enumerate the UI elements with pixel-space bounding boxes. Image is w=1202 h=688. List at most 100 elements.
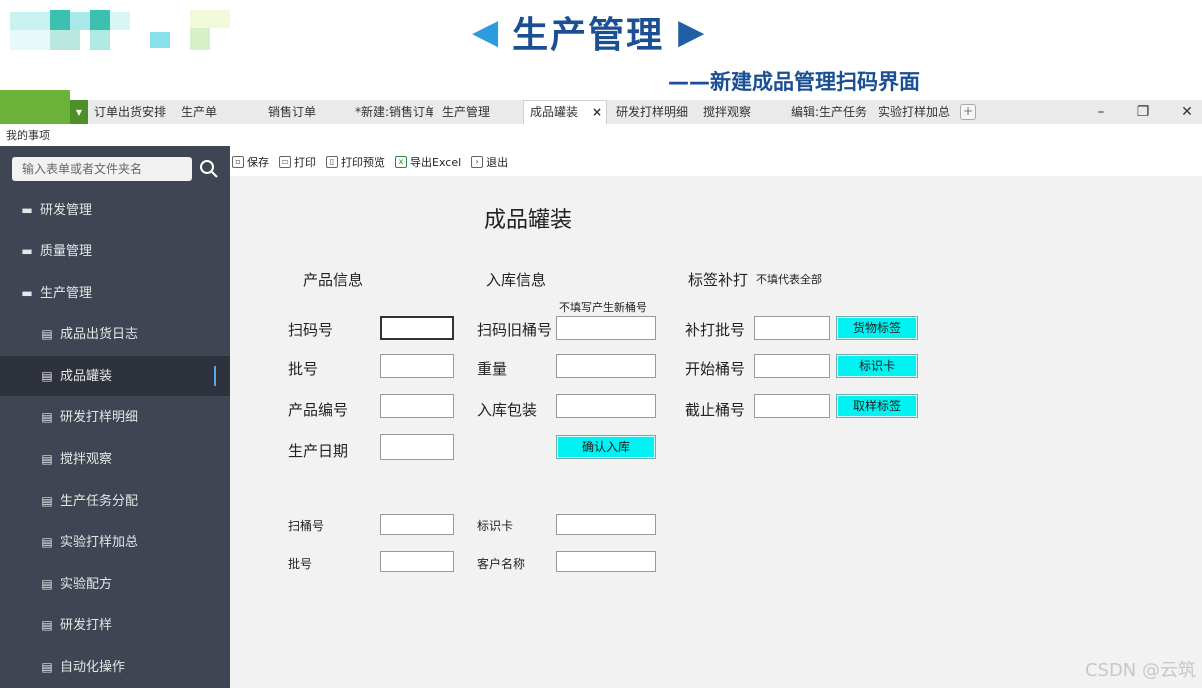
save-icon: ▫ <box>232 156 244 168</box>
reprint-batch-label: 补打批号 <box>685 321 746 339</box>
sidebar-item-label: 生产管理 <box>40 286 93 301</box>
print-label: 打印 <box>294 156 316 169</box>
company-logo <box>10 10 230 50</box>
weight-input[interactable] <box>556 354 656 378</box>
search-input[interactable]: 输入表单或者文件夹名 <box>12 157 192 181</box>
scan-bucket-input[interactable] <box>380 514 454 535</box>
restore-icon[interactable]: ❐ <box>1128 100 1158 124</box>
sidebar-item-rd-management[interactable]: ▬ 研发管理 <box>0 190 230 230</box>
exit-button[interactable]: › 退出 <box>471 152 508 172</box>
minimize-icon[interactable]: – <box>1086 100 1116 124</box>
section-label-reprint: 标签补打 <box>688 271 749 289</box>
reprint-batch-input[interactable] <box>754 316 830 340</box>
tab-label: 销售订单 <box>268 105 317 119</box>
id-card-input[interactable] <box>556 514 656 535</box>
scan-bucket-label: 扫桶号 <box>288 519 325 533</box>
tab-label: 生产管理 <box>442 105 491 119</box>
app-menu-dropdown-icon[interactable]: ▼ <box>70 100 88 124</box>
end-bucket-input[interactable] <box>754 394 830 418</box>
batch-no-2-label: 批号 <box>288 557 313 571</box>
my-items-label[interactable]: 我的事项 <box>6 127 50 143</box>
tab-mixing-observation[interactable]: 搅拌观察 <box>697 101 781 123</box>
batch-no-input[interactable] <box>380 354 454 378</box>
production-date-input[interactable] <box>380 434 454 460</box>
print-preview-button[interactable]: ▯ 打印预览 <box>326 152 385 172</box>
tab-finished-canning[interactable]: 成品罐装 × <box>523 100 607 124</box>
folder-icon: ▬ <box>21 203 33 217</box>
sidebar-item-shipping-log[interactable]: ▤ 成品出货日志 <box>0 314 230 354</box>
sidebar-item-label: 实验配方 <box>60 577 113 592</box>
tab-production-order[interactable]: 生产单 <box>175 101 259 123</box>
export-excel-label: 导出Excel <box>410 156 462 169</box>
tab-edit-production-task[interactable]: 编辑:生产任务 <box>785 101 869 123</box>
tab-label: 编辑:生产任务 <box>791 105 868 119</box>
batch-no-label: 批号 <box>288 360 319 378</box>
document-icon: ▤ <box>41 618 53 632</box>
sidebar-item-task-assignment[interactable]: ▤ 生产任务分配 <box>0 481 230 521</box>
sidebar-item-label: 搅拌观察 <box>60 452 113 467</box>
watermark: CSDN @云筑 <box>1084 660 1196 681</box>
label-reprint-hint: 不填代表全部 <box>756 273 822 286</box>
sidebar-item-label: 实验打样加总 <box>60 535 139 550</box>
id-card-button[interactable]: 标识卡 <box>836 354 918 378</box>
search-icon[interactable] <box>198 158 220 180</box>
banner-title: ◀ 生产管理 ▶ <box>472 8 704 56</box>
print-button[interactable]: ▭ 打印 <box>279 152 316 172</box>
tab-new-sales-order[interactable]: *新建:销售订单 <box>349 101 433 123</box>
customer-name-input[interactable] <box>556 551 656 572</box>
sidebar-item-label: 研发管理 <box>40 203 93 218</box>
tab-rd-sample-detail[interactable]: 研发打样明细 <box>610 101 694 123</box>
banner-title-text: 生产管理 <box>512 15 665 56</box>
confirm-storage-button[interactable]: 确认入库 <box>556 435 656 459</box>
sidebar-item-rd-sample-detail[interactable]: ▤ 研发打样明细 <box>0 397 230 437</box>
sidebar-item-label: 自动化操作 <box>60 660 126 675</box>
save-button[interactable]: ▫ 保存 <box>232 152 269 172</box>
sidebar-item-mixing-observation[interactable]: ▤ 搅拌观察 <box>0 439 230 479</box>
document-icon: ▤ <box>41 494 53 508</box>
sidebar-item-quality-management[interactable]: ▬ 质量管理 <box>0 231 230 271</box>
scan-old-bucket-label: 扫码旧桶号 <box>477 321 553 339</box>
form-title: 成品罐装 <box>484 208 573 233</box>
sidebar-item-finished-canning[interactable]: ▤ 成品罐装 <box>0 356 230 396</box>
scan-no-label: 扫码号 <box>288 321 334 339</box>
sidebar-item-label: 研发打样明细 <box>60 410 139 425</box>
folder-icon: ▬ <box>21 286 33 300</box>
batch-no-2-input[interactable] <box>380 551 454 572</box>
sidebar-item-experiment-sample-total[interactable]: ▤ 实验打样加总 <box>0 522 230 562</box>
scan-old-bucket-input[interactable] <box>556 316 656 340</box>
scan-no-input[interactable] <box>380 316 454 340</box>
print-preview-label: 打印预览 <box>341 156 385 169</box>
sidebar-item-experiment-formula[interactable]: ▤ 实验配方 <box>0 564 230 604</box>
printer-icon: ▭ <box>279 156 291 168</box>
tab-sales-order[interactable]: 销售订单 <box>262 101 346 123</box>
sidebar-item-production-management[interactable]: ▬ 生产管理 <box>0 273 230 313</box>
document-icon: ▤ <box>41 577 53 591</box>
toolbar: ▫ 保存 ▭ 打印 ▯ 打印预览 x 导出Excel › 退出 <box>232 152 508 172</box>
app-menu-button[interactable] <box>0 90 70 124</box>
package-input[interactable] <box>556 394 656 418</box>
product-code-label: 产品编号 <box>288 401 349 419</box>
sample-label-button[interactable]: 取样标签 <box>836 394 918 418</box>
tab-order-shipping[interactable]: 订单出货安排 <box>88 101 172 123</box>
id-card-label: 标识卡 <box>477 519 514 533</box>
print-preview-icon: ▯ <box>326 156 338 168</box>
add-tab-icon[interactable]: + <box>960 104 976 120</box>
tab-production-management[interactable]: 生产管理 <box>436 101 520 123</box>
tab-label: 成品罐装 <box>530 105 579 119</box>
sidebar-item-label: 生产任务分配 <box>60 494 139 509</box>
sidebar-item-rd-sampling[interactable]: ▤ 研发打样 <box>0 605 230 645</box>
sidebar-item-automation[interactable]: ▤ 自动化操作 <box>0 647 230 687</box>
document-icon: ▤ <box>41 369 53 383</box>
section-product-info: 产品信息 <box>303 271 364 289</box>
export-excel-button[interactable]: x 导出Excel <box>395 152 461 172</box>
tab-experiment-sample-total[interactable]: 实验打样加总 <box>872 101 956 123</box>
close-window-icon[interactable]: ✕ <box>1172 100 1202 124</box>
package-label: 入库包装 <box>477 401 538 419</box>
start-bucket-input[interactable] <box>754 354 830 378</box>
product-code-input[interactable] <box>380 394 454 418</box>
close-icon[interactable]: × <box>592 101 602 123</box>
document-icon: ▤ <box>41 410 53 424</box>
goods-label-button[interactable]: 货物标签 <box>836 316 918 340</box>
tab-label: 生产单 <box>181 105 218 119</box>
document-icon: ▤ <box>41 327 53 341</box>
